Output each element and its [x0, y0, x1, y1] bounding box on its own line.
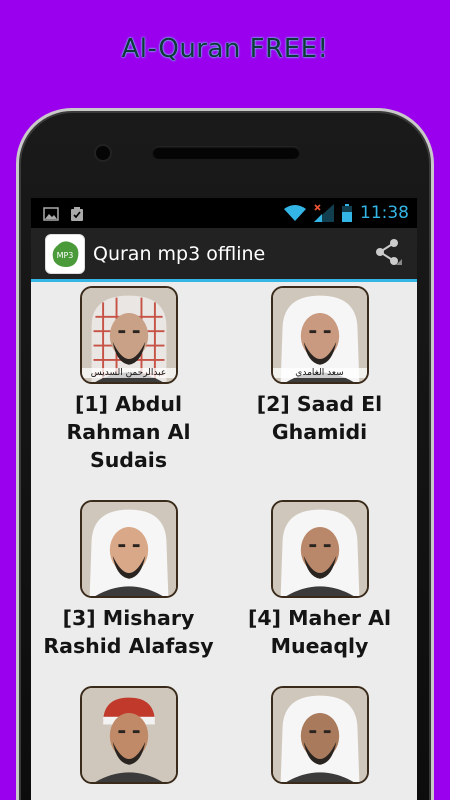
reciter-item[interactable]: عبدالرحمن السديس [1] Abdul Rahman Al Suda…	[37, 286, 220, 474]
reciter-item[interactable]: [3] Mishary Rashid Alafasy	[37, 500, 220, 660]
reciter-name: [4] Maher Al Mueaqly	[247, 606, 391, 658]
reciter-photo[interactable]	[270, 500, 369, 598]
action-bar: MP3 Quran mp3 offline	[31, 228, 417, 282]
clipboard-icon	[69, 206, 85, 221]
share-button[interactable]	[369, 236, 405, 272]
status-clock: 11:38	[360, 203, 409, 223]
reciter-item[interactable]: سعد الغامدي [2] Saad El Ghamidi	[228, 286, 411, 474]
app-title: Quran mp3 offline	[93, 242, 266, 265]
reciter-name: [3] Mishary Rashid Alafasy	[43, 606, 214, 658]
status-bar: 11:38	[31, 198, 417, 228]
photo-caption: عبدالرحمن السديس	[81, 368, 176, 378]
front-camera	[96, 146, 110, 160]
reciter-photo[interactable]	[270, 686, 369, 784]
earpiece-speaker	[152, 146, 300, 159]
reciter-photo[interactable]: عبدالرحمن السديس	[79, 286, 178, 384]
reciter-name: [1] Abdul Rahman Al Sudais	[66, 392, 191, 472]
battery-icon	[342, 204, 352, 222]
reciter-photo[interactable]	[79, 686, 178, 784]
reciter-grid: عبدالرحمن السديس [1] Abdul Rahman Al Suda…	[31, 282, 417, 790]
reciter-name: [2] Saad El Ghamidi	[256, 392, 383, 444]
image-icon	[43, 206, 59, 221]
photo-caption: سعد الغامدي	[272, 368, 367, 378]
app-logo-text: MP3	[57, 251, 74, 260]
share-icon	[372, 237, 402, 271]
wifi-icon	[284, 204, 306, 222]
app-logo-icon[interactable]: MP3	[45, 233, 85, 274]
signal-icon	[314, 204, 334, 222]
reciter-item[interactable]	[37, 686, 220, 790]
phone-screen: 11:38 MP3 Quran mp3 offline عبدالرحمن ال	[31, 198, 417, 800]
reciter-photo[interactable]	[79, 500, 178, 598]
reciter-item[interactable]: [4] Maher Al Mueaqly	[228, 500, 411, 660]
reciter-photo[interactable]: سعد الغامدي	[270, 286, 369, 384]
promo-title: Al-Quran FREE!	[121, 34, 329, 64]
reciter-item[interactable]	[228, 686, 411, 790]
